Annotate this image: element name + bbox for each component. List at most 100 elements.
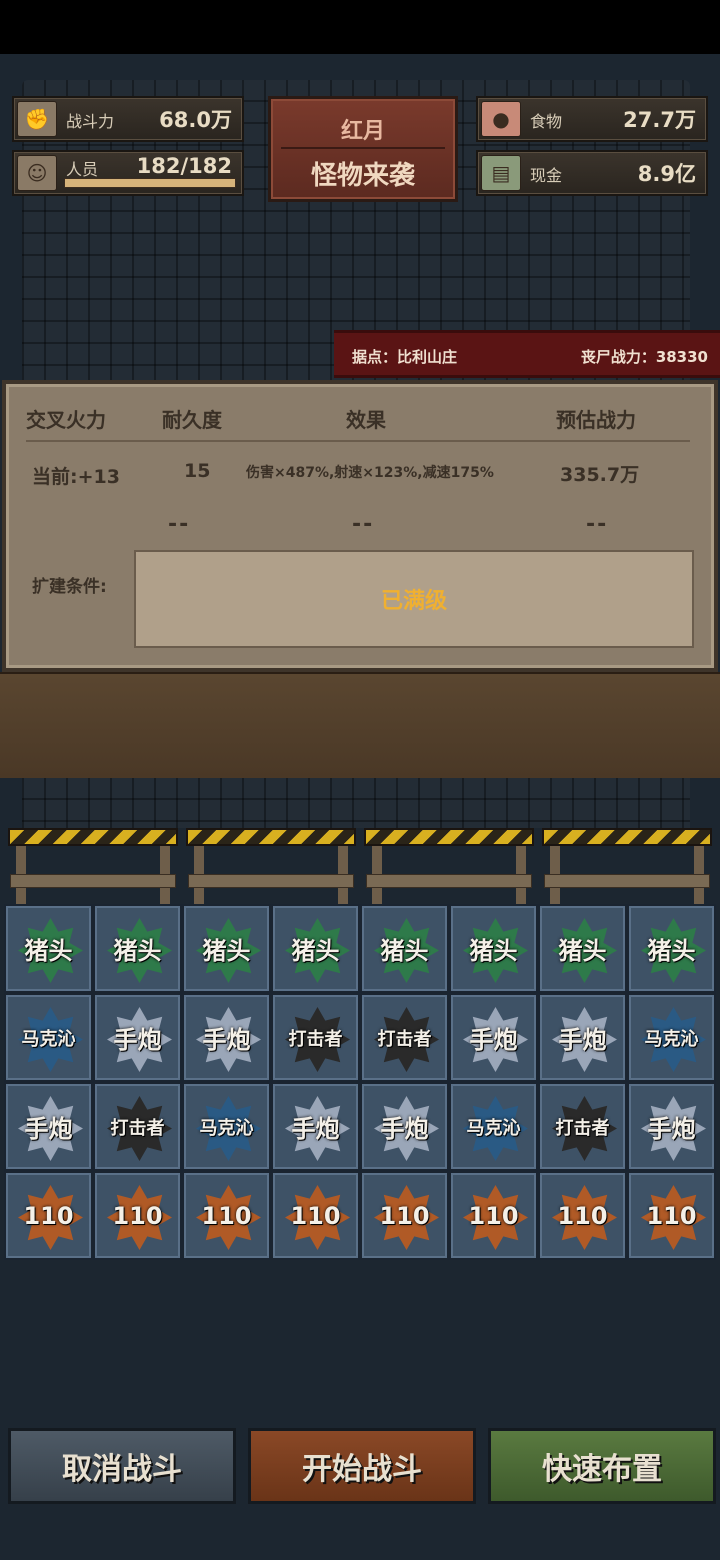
unit-label: 手炮 bbox=[558, 1026, 607, 1054]
cancel-battle-button[interactable]: 取消战斗 bbox=[8, 1428, 236, 1504]
barrier bbox=[184, 828, 358, 906]
cash-icon: ▤ bbox=[481, 155, 521, 191]
next-durability: -- bbox=[168, 512, 191, 537]
unit-label: 猪头 bbox=[202, 937, 251, 965]
unit-tile[interactable]: 打击者 bbox=[538, 1082, 627, 1171]
barrier bbox=[540, 828, 714, 906]
unit-tile[interactable]: 手炮 bbox=[93, 993, 182, 1082]
food-stat: ● 食物 27.7万 bbox=[476, 96, 708, 142]
location-banner: 据点：比利山庄 丧尸战力：38330 bbox=[334, 330, 720, 378]
unit-tile[interactable]: 猪头 bbox=[627, 904, 716, 993]
unit-tile[interactable]: 手炮 bbox=[182, 993, 271, 1082]
personnel-value: 182/182 bbox=[136, 154, 232, 178]
unit-tile[interactable]: 猪头 bbox=[538, 904, 627, 993]
combat-power-label: 战斗力 bbox=[66, 112, 115, 131]
unit-tile[interactable]: 马克沁 bbox=[4, 993, 93, 1082]
location-label: 据点：比利山庄 bbox=[352, 348, 458, 366]
unit-label: 110 bbox=[290, 1201, 341, 1230]
cash-label: 现金 bbox=[530, 166, 563, 185]
unit-tile[interactable]: 手炮 bbox=[271, 1082, 360, 1171]
unit-label: 马克沁 bbox=[466, 1117, 521, 1139]
unit-label: 猪头 bbox=[647, 937, 696, 965]
status-bar bbox=[0, 0, 720, 54]
barrier bbox=[6, 828, 180, 906]
quick-deploy-button[interactable]: 快速布置 bbox=[488, 1428, 716, 1504]
combat-power-value: 68.0万 bbox=[159, 108, 232, 132]
unit-label: 打击者 bbox=[288, 1028, 343, 1050]
unit-label: 马克沁 bbox=[644, 1028, 699, 1050]
unit-grid: 猪头 猪头 猪头 猪头 猪头 猪头 猪头 猪头 马克沁 手炮 手炮 打击者 打击者 手炮 手炮 马克沁 手炮 打击… bbox=[4, 904, 720, 1262]
unit-label: 手炮 bbox=[647, 1115, 696, 1143]
unit-tile[interactable]: 手炮 bbox=[360, 1082, 449, 1171]
unit-label: 110 bbox=[379, 1201, 430, 1230]
expansion-condition-label: 扩建条件: bbox=[32, 577, 107, 597]
unit-tile[interactable]: 手炮 bbox=[538, 993, 627, 1082]
unit-label: 马克沁 bbox=[21, 1028, 76, 1050]
unit-tile[interactable]: 110 bbox=[360, 1171, 449, 1260]
unit-label: 猪头 bbox=[291, 937, 340, 965]
barrier bbox=[362, 828, 536, 906]
unit-label: 猪头 bbox=[469, 937, 518, 965]
food-value: 27.7万 bbox=[623, 108, 696, 132]
unit-tile[interactable]: 110 bbox=[627, 1171, 716, 1260]
unit-label: 手炮 bbox=[469, 1026, 518, 1054]
event-title: 红月 bbox=[340, 119, 385, 144]
unit-tile[interactable]: 猪头 bbox=[93, 904, 182, 993]
unit-tile[interactable]: 110 bbox=[271, 1171, 360, 1260]
unit-label: 110 bbox=[23, 1201, 74, 1230]
unit-tile[interactable]: 打击者 bbox=[93, 1082, 182, 1171]
unit-tile[interactable]: 110 bbox=[538, 1171, 627, 1260]
unit-label: 手炮 bbox=[24, 1115, 73, 1143]
fist-icon: ✊ bbox=[17, 101, 57, 137]
header-crossfire: 交叉火力 bbox=[26, 408, 106, 432]
cash-stat: ▤ 现金 8.9亿 bbox=[476, 150, 708, 196]
unit-tile[interactable]: 马克沁 bbox=[182, 1082, 271, 1171]
unit-tile[interactable]: 猪头 bbox=[182, 904, 271, 993]
unit-tile[interactable]: 猪头 bbox=[4, 904, 93, 993]
unit-label: 打击者 bbox=[555, 1117, 610, 1139]
cash-value: 8.9亿 bbox=[637, 162, 696, 186]
unit-tile[interactable]: 手炮 bbox=[4, 1082, 93, 1171]
unit-label: 打击者 bbox=[377, 1028, 432, 1050]
combat-power-stat: ✊ 战斗力 68.0万 bbox=[12, 96, 244, 142]
unit-tile[interactable]: 打击者 bbox=[271, 993, 360, 1082]
unit-tile[interactable]: 110 bbox=[4, 1171, 93, 1260]
current-power: 335.7万 bbox=[560, 464, 640, 486]
unit-label: 110 bbox=[557, 1201, 608, 1230]
unit-tile[interactable]: 马克沁 bbox=[449, 1082, 538, 1171]
unit-label: 猪头 bbox=[380, 937, 429, 965]
event-card[interactable]: 红月 怪物来袭 bbox=[268, 96, 458, 202]
base-background-lower bbox=[22, 778, 690, 828]
unit-tile[interactable]: 110 bbox=[93, 1171, 182, 1260]
unit-label: 手炮 bbox=[291, 1115, 340, 1143]
meat-icon: ● bbox=[481, 101, 521, 137]
unit-tile[interactable]: 110 bbox=[449, 1171, 538, 1260]
unit-tile[interactable]: 猪头 bbox=[360, 904, 449, 993]
unit-label: 手炮 bbox=[113, 1026, 162, 1054]
unit-tile[interactable]: 手炮 bbox=[449, 993, 538, 1082]
next-effect: -- bbox=[352, 512, 375, 537]
unit-label: 110 bbox=[201, 1201, 252, 1230]
unit-tile[interactable]: 打击者 bbox=[360, 993, 449, 1082]
current-durability: 15 bbox=[184, 460, 211, 482]
personnel-stat: ☺ 人员 182/182 bbox=[12, 150, 244, 196]
unit-tile[interactable]: 马克沁 bbox=[627, 993, 716, 1082]
wood-panel bbox=[0, 672, 720, 778]
unit-tile[interactable]: 110 bbox=[182, 1171, 271, 1260]
unit-tile[interactable]: 猪头 bbox=[449, 904, 538, 993]
unit-label: 猪头 bbox=[24, 937, 73, 965]
start-battle-button[interactable]: 开始战斗 bbox=[248, 1428, 476, 1504]
current-level: 当前:+13 bbox=[32, 466, 120, 488]
unit-tile[interactable]: 猪头 bbox=[271, 904, 360, 993]
unit-label: 马克沁 bbox=[199, 1117, 254, 1139]
unit-label: 猪头 bbox=[558, 937, 607, 965]
personnel-label: 人员 bbox=[66, 160, 99, 179]
unit-tile[interactable]: 手炮 bbox=[627, 1082, 716, 1171]
food-label: 食物 bbox=[530, 112, 563, 131]
header-effect: 效果 bbox=[346, 408, 386, 432]
header-durability: 耐久度 bbox=[162, 408, 222, 432]
expansion-condition-value: 已满级 bbox=[134, 550, 694, 648]
person-icon: ☺ bbox=[17, 155, 57, 191]
unit-label: 110 bbox=[468, 1201, 519, 1230]
event-divider bbox=[281, 147, 445, 149]
